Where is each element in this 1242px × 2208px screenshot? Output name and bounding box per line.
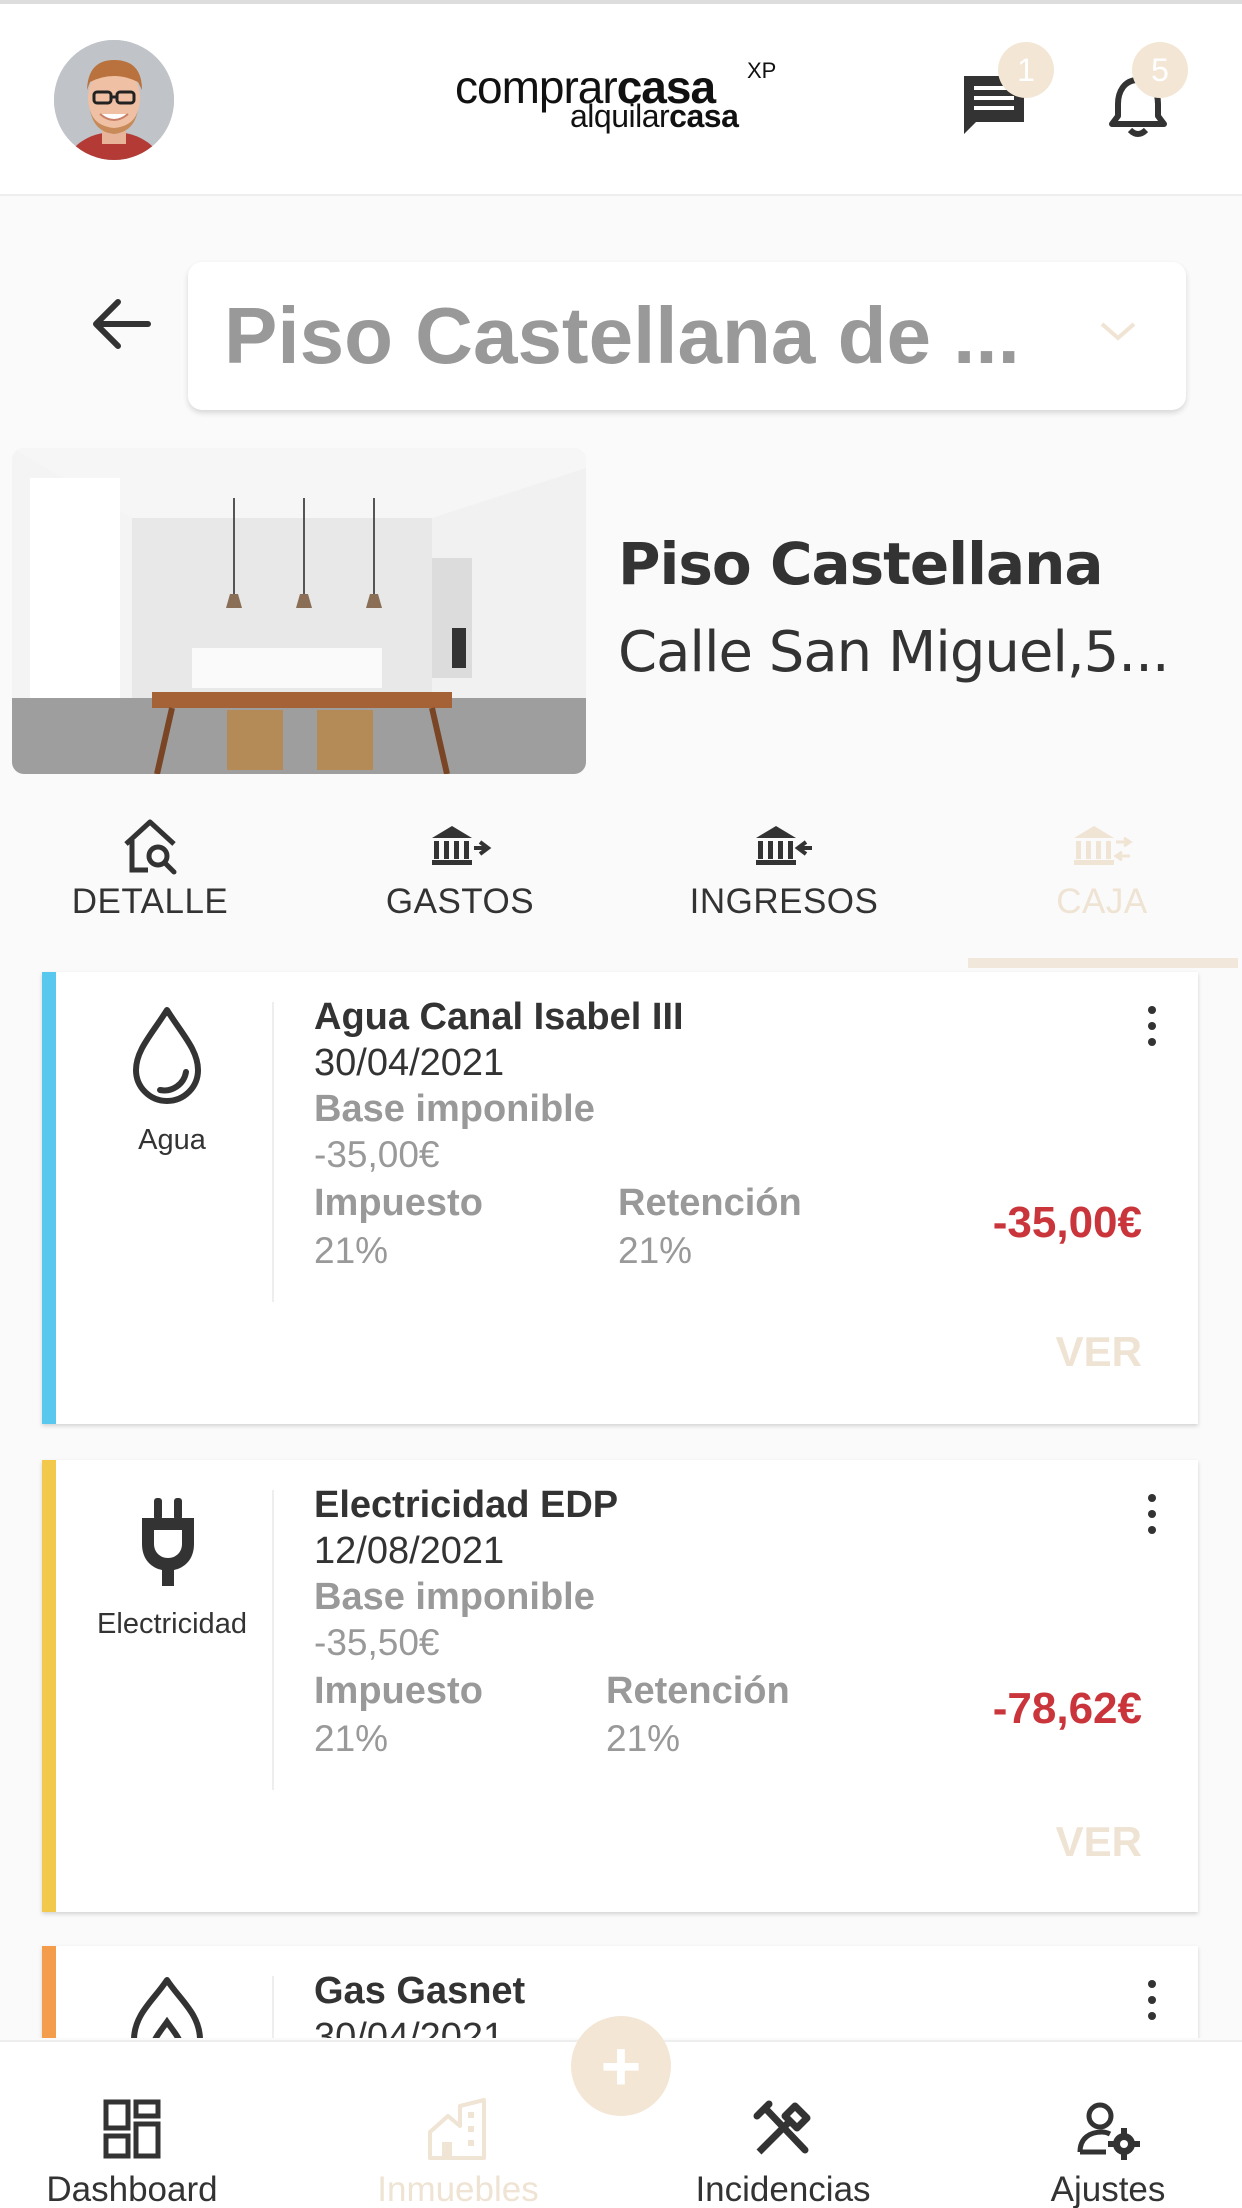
property-photo xyxy=(12,448,586,774)
logo-superscript: XP xyxy=(747,58,777,83)
flame-icon xyxy=(112,1970,222,2038)
logo-bottom-line: alquilarcasa xyxy=(570,98,739,134)
tab-ingresos[interactable]: INGRESOS xyxy=(634,800,934,970)
transaction-card[interactable]: Agua Agua Canal Isabel III 30/04/2021 Ba… xyxy=(42,972,1198,1424)
transaction-date: 12/08/2021 xyxy=(314,1530,505,1572)
property-name: Piso Castellana xyxy=(618,530,1104,598)
tax-value: 21% xyxy=(314,1230,389,1271)
app-logo: comprarcasa XP alquilarcasa xyxy=(455,58,785,138)
card-divider xyxy=(272,1002,274,1302)
provider-name: Electricidad EDP xyxy=(314,1484,619,1526)
category-stripe xyxy=(42,1946,56,2038)
base-value: -35,50€ xyxy=(314,1622,440,1663)
nav-label: Inmuebles xyxy=(377,2170,539,2208)
active-tab-indicator xyxy=(968,958,1238,968)
retention-value: 21% xyxy=(606,1718,681,1759)
back-arrow-icon[interactable] xyxy=(88,296,154,352)
app-header: comprarcasa XP alquilarcasa 1 5 xyxy=(0,0,1242,196)
add-button[interactable]: + xyxy=(571,2016,671,2116)
house-search-icon xyxy=(118,814,182,878)
property-address: Calle San Miguel,5... xyxy=(618,620,1170,685)
bank-out-icon xyxy=(428,814,492,878)
category-label: Agua xyxy=(138,1124,206,1156)
bank-transfer-icon xyxy=(1070,814,1134,878)
transaction-date: 30/04/2021 xyxy=(314,2016,505,2038)
notifications-badge: 5 xyxy=(1132,42,1188,98)
plus-icon: + xyxy=(600,2027,642,2105)
tools-icon xyxy=(751,2098,815,2162)
avatar[interactable] xyxy=(54,40,174,160)
tax-label: Impuesto xyxy=(314,1670,483,1712)
tab-label: INGRESOS xyxy=(689,882,879,921)
transaction-amount: -35,00€ xyxy=(992,1198,1142,1247)
nav-ajustes[interactable]: Ajustes xyxy=(978,2072,1238,2208)
card-divider xyxy=(272,1490,274,1790)
property-tabs: DETALLE GASTOS INGRESOS CAJA xyxy=(0,800,1242,970)
retention-label: Retención xyxy=(606,1670,790,1712)
building-icon xyxy=(426,2098,490,2162)
nav-label: Incidencias xyxy=(695,2170,871,2208)
provider-name: Gas Gasnet xyxy=(314,1970,526,2012)
retention-label: Retención xyxy=(618,1182,802,1224)
retention-value: 21% xyxy=(618,1230,693,1271)
dashboard-icon xyxy=(100,2098,164,2162)
base-label: Base imponible xyxy=(314,1576,595,1618)
tab-label: GASTOS xyxy=(385,882,535,921)
more-options-icon[interactable] xyxy=(1144,1980,1160,2028)
more-options-icon[interactable] xyxy=(1144,1006,1160,1054)
chevron-down-icon xyxy=(1096,316,1140,346)
tax-label: Impuesto xyxy=(314,1182,483,1224)
tax-value: 21% xyxy=(314,1718,389,1759)
provider-name: Agua Canal Isabel III xyxy=(314,996,684,1038)
base-label: Base imponible xyxy=(314,1088,595,1130)
bank-in-icon xyxy=(752,814,816,878)
water-drop-icon xyxy=(112,1000,222,1110)
tab-caja[interactable]: CAJA xyxy=(952,800,1242,970)
messages-badge: 1 xyxy=(998,42,1054,98)
tab-label: CAJA xyxy=(1056,882,1148,921)
view-button[interactable]: VER xyxy=(1056,1818,1142,1866)
view-button[interactable]: VER xyxy=(1056,1328,1142,1376)
property-select[interactable]: Piso Castellana de ... xyxy=(188,262,1186,410)
tab-label: DETALLE xyxy=(71,882,229,921)
category-stripe xyxy=(42,972,56,1424)
transaction-amount: -78,62€ xyxy=(992,1684,1142,1733)
nav-inmuebles[interactable]: Inmuebles xyxy=(328,2072,588,2208)
transaction-card[interactable]: Electricidad Electricidad EDP 12/08/2021… xyxy=(42,1460,1198,1912)
tab-gastos[interactable]: GASTOS xyxy=(310,800,610,970)
nav-label: Dashboard xyxy=(46,2170,218,2208)
more-options-icon[interactable] xyxy=(1144,1494,1160,1542)
category-label: Electricidad xyxy=(97,1608,247,1640)
card-divider xyxy=(272,1976,274,2038)
nav-label: Ajustes xyxy=(1050,2170,1166,2208)
category-stripe xyxy=(42,1460,56,1912)
transaction-date: 30/04/2021 xyxy=(314,1042,505,1084)
nav-dashboard[interactable]: Dashboard xyxy=(2,2072,262,2208)
base-value: -35,00€ xyxy=(314,1134,440,1175)
user-settings-icon xyxy=(1076,2098,1140,2162)
transactions-list[interactable]: Agua Agua Canal Isabel III 30/04/2021 Ba… xyxy=(0,970,1242,2038)
property-select-value: Piso Castellana de ... xyxy=(224,291,1020,380)
nav-incidencias[interactable]: Incidencias xyxy=(653,2072,913,2208)
tab-detalle[interactable]: DETALLE xyxy=(0,800,300,970)
plug-icon xyxy=(112,1488,222,1598)
